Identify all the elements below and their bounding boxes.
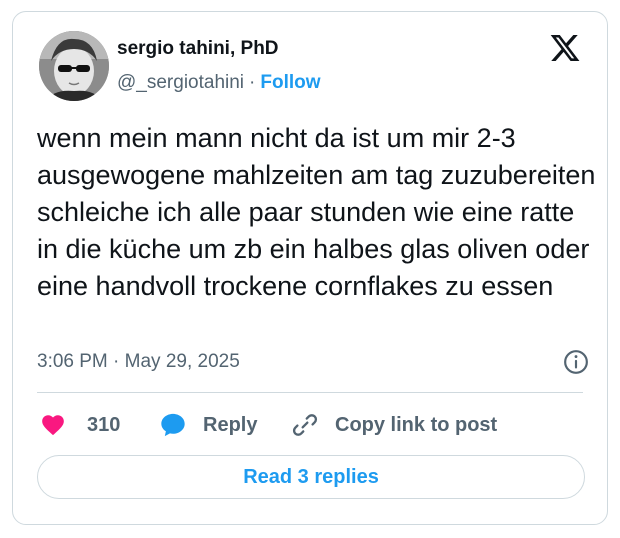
speech-bubble-icon: [161, 413, 185, 437]
reply-label: Reply: [203, 413, 258, 436]
author-handle[interactable]: @_sergiotahini: [117, 72, 244, 93]
like-count: 310: [87, 413, 121, 436]
tweet-time: 3:06 PM: [37, 351, 108, 372]
heart-icon: [42, 415, 64, 436]
avatar-image: [39, 31, 109, 101]
follow-button[interactable]: Follow: [260, 72, 320, 93]
x-logo-icon[interactable]: [549, 32, 581, 64]
timestamp-separator: ·: [113, 351, 120, 372]
tweet-timestamp[interactable]: 3:06 PM · May 29, 2025: [37, 351, 240, 373]
like-button[interactable]: 310: [39, 408, 120, 442]
avatar[interactable]: [39, 31, 109, 101]
copy-link-label: Copy link to post: [335, 413, 498, 436]
tweet-date: May 29, 2025: [124, 351, 240, 372]
info-icon[interactable]: [563, 349, 589, 375]
divider: [37, 392, 583, 393]
reply-button[interactable]: Reply: [159, 408, 257, 442]
tweet-text: wenn mein mann nicht da ist um mir 2-3 a…: [37, 123, 596, 301]
author-display-name[interactable]: sergio tahini, PhD: [117, 38, 279, 60]
handle-separator: ·: [249, 72, 256, 93]
tweet-actions: 310 Reply Copy link to post: [37, 408, 597, 442]
link-icon: [292, 414, 318, 436]
tweet-card: sergio tahini, PhD @_sergiotahini · Follow…: [12, 11, 608, 525]
copy-link-button[interactable]: Copy link to post: [291, 408, 497, 442]
author-handle-row: @_sergiotahini · Follow: [117, 72, 321, 94]
read-replies-label: Read 3 replies: [243, 465, 379, 488]
read-replies-button[interactable]: Read 3 replies: [37, 455, 585, 499]
